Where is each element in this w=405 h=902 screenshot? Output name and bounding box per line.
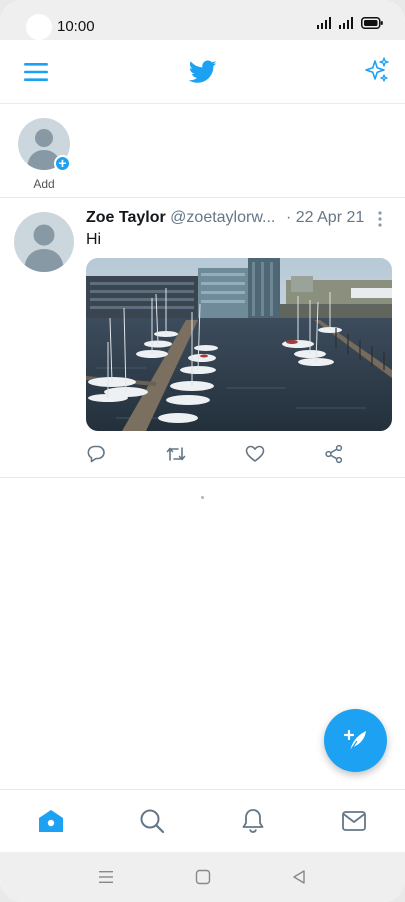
tweet-text: Hi xyxy=(86,231,102,248)
status-bar: 10:00 xyxy=(0,0,405,40)
tweet-author-avatar[interactable] xyxy=(14,212,74,272)
home-square-icon xyxy=(195,869,211,885)
nav-notifications[interactable] xyxy=(238,806,268,836)
system-navigation-bar xyxy=(0,852,405,902)
back-icon xyxy=(293,870,305,884)
status-time: 10:00 xyxy=(57,18,95,35)
share-icon xyxy=(325,444,343,464)
harbor-photo xyxy=(86,258,392,431)
compose-icon xyxy=(343,729,366,751)
loading-indicator xyxy=(201,496,204,499)
bell-icon xyxy=(242,809,264,833)
tweet-date: · 22 Apr 21 xyxy=(286,209,365,226)
nav-home[interactable] xyxy=(36,806,66,836)
signal-icon xyxy=(317,17,331,29)
default-avatar-icon xyxy=(24,224,64,272)
reply-button[interactable] xyxy=(84,442,108,466)
add-fleet-label: Add xyxy=(33,177,55,191)
tweet-media-image[interactable] xyxy=(86,258,392,431)
status-icons xyxy=(317,17,383,29)
share-button[interactable] xyxy=(322,442,346,466)
top-tweets-button[interactable] xyxy=(362,56,392,86)
nav-search[interactable] xyxy=(137,806,167,836)
tweet[interactable]: Zoe Taylor @zoetaylorw... · 22 Apr 21 Hi xyxy=(0,198,405,478)
system-home-button[interactable] xyxy=(193,867,213,887)
phone-screen: 10:00 + Add Zoe Taylor @zoetaylorw... · … xyxy=(0,0,405,902)
tweet-author-handle[interactable]: @zoetaylorw... xyxy=(170,209,275,226)
mail-icon xyxy=(342,811,366,831)
like-icon xyxy=(245,445,265,462)
sparkle-icon xyxy=(365,57,389,82)
fleets-row: + Add xyxy=(0,104,405,198)
tweet-actions xyxy=(86,442,386,466)
retweet-button[interactable] xyxy=(164,442,188,466)
retweet-icon xyxy=(166,447,186,461)
bottom-navigation xyxy=(0,789,405,852)
home-icon xyxy=(39,810,63,832)
add-fleet-plus-icon[interactable]: + xyxy=(54,155,71,172)
menu-button[interactable] xyxy=(22,58,50,86)
camera-cutout xyxy=(26,14,52,40)
reply-icon xyxy=(87,445,105,463)
like-button[interactable] xyxy=(243,442,267,466)
battery-icon xyxy=(361,17,383,29)
tweet-author-name[interactable]: Zoe Taylor xyxy=(86,209,166,226)
recents-icon xyxy=(99,871,113,883)
app-bar xyxy=(0,40,405,104)
tweet-header: Zoe Taylor @zoetaylorw... · 22 Apr 21 xyxy=(86,209,386,231)
twitter-bird-icon xyxy=(189,60,217,83)
compose-tweet-button[interactable] xyxy=(324,709,387,772)
search-icon xyxy=(140,809,165,834)
signal-icon xyxy=(339,17,353,29)
twitter-logo xyxy=(188,58,218,86)
menu-icon xyxy=(24,63,48,81)
back-button[interactable] xyxy=(289,867,309,887)
recents-button[interactable] xyxy=(96,867,116,887)
more-options-icon[interactable] xyxy=(374,209,386,231)
nav-messages[interactable] xyxy=(339,806,369,836)
